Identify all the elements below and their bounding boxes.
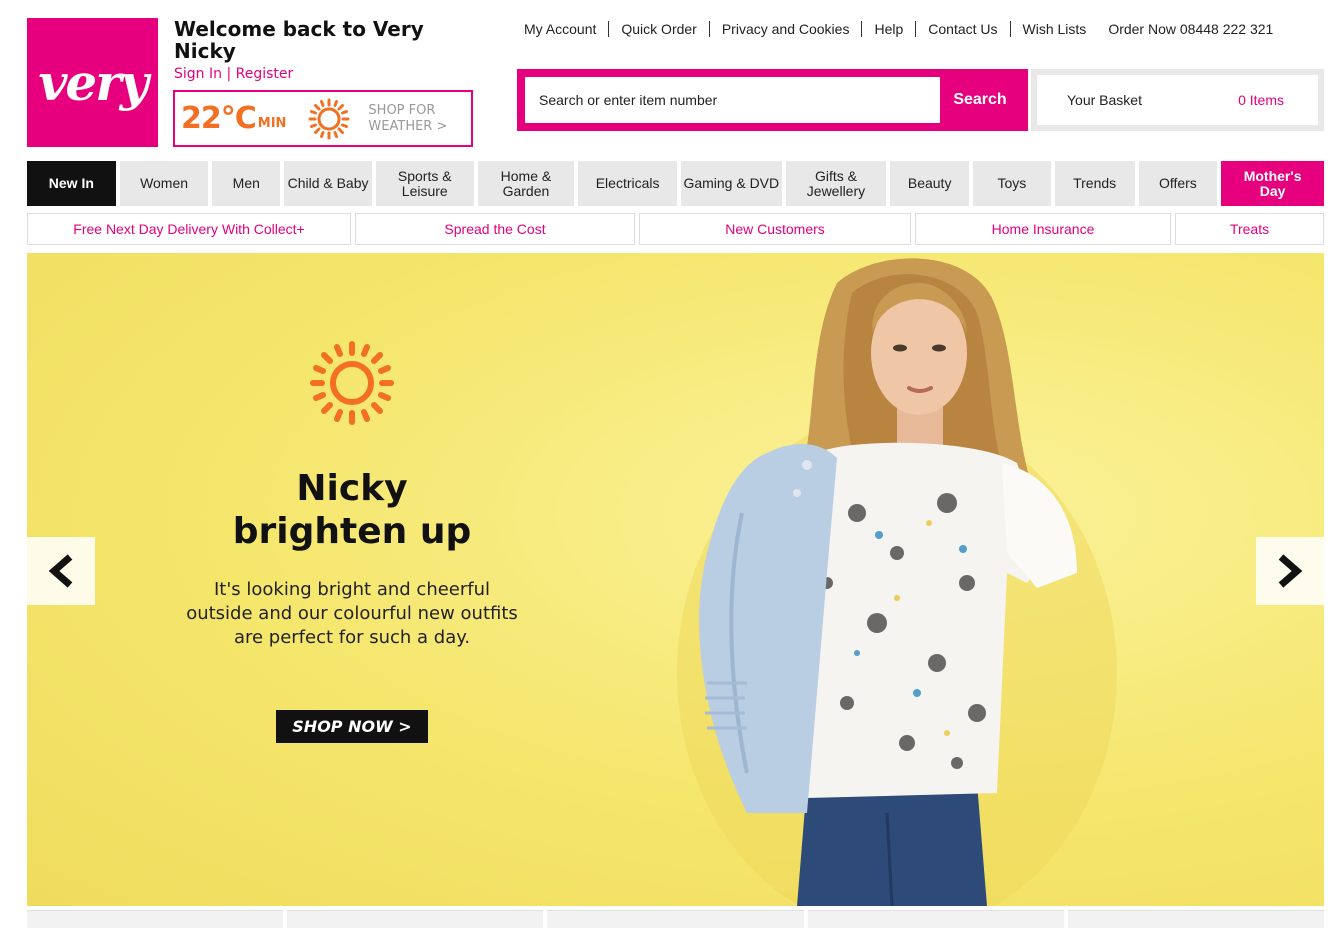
chevron-left-icon [48,554,73,588]
nav-trends[interactable]: Trends [1054,161,1135,206]
nav-women[interactable]: Women [119,161,209,206]
sign-in-link[interactable]: Sign In [174,66,222,82]
nav-electricals[interactable]: Electricals [578,161,677,206]
promo-home-insurance[interactable]: Home Insurance [915,213,1171,245]
top-links: My Account Quick Order Privacy and Cooki… [512,21,1332,37]
hero-title: Nicky brighten up [152,467,552,553]
weather-temperature: 22°C [181,101,257,136]
contact-us-link[interactable]: Contact Us [916,21,1009,37]
product-strip [27,910,1325,928]
hero-banner[interactable]: Nicky brighten up It's looking bright an… [27,253,1324,906]
nav-gaming-dvd[interactable]: Gaming & DVD [680,161,782,206]
sun-icon [310,341,394,425]
nav-gifts-jewellery[interactable]: Gifts & Jewellery [785,161,887,206]
nav-mothers-day[interactable]: Mother's Day [1221,161,1324,206]
product-tile[interactable] [547,910,804,928]
hero-description: It's looking bright and cheerful outside… [152,578,552,650]
main-navigation: New In Women Men Child & Baby Sports & L… [27,161,1324,206]
weather-widget[interactable]: 22°C MIN SHOP FOR WEATHER > [173,90,473,147]
register-link[interactable]: Register [236,66,294,82]
hero-text-line2: outside and our colourful new outfits [186,603,518,624]
nav-sports-leisure[interactable]: Sports & Leisure [375,161,474,206]
nav-toys[interactable]: Toys [973,161,1051,206]
model-image [677,258,1117,906]
hero-text-line3: are perfect for such a day. [233,627,471,648]
link-separator: | [226,66,232,82]
search-bar: Search [517,69,1028,131]
carousel-prev-button[interactable] [27,537,95,605]
carousel-next-button[interactable] [1256,537,1324,605]
account-links: Sign In | Register [174,66,293,82]
sun-icon [308,98,350,139]
product-tile[interactable] [287,910,544,928]
nav-men[interactable]: Men [212,161,281,206]
quick-order-link[interactable]: Quick Order [609,21,708,37]
weather-min-label: MIN [257,116,287,131]
basket-label: Your Basket [1067,92,1142,108]
very-logo[interactable]: very [27,18,158,147]
promo-links-bar: Free Next Day Delivery With Collect+ Spr… [27,213,1324,245]
product-tile[interactable] [807,910,1064,928]
hero-title-line2: brighten up [232,511,472,552]
weather-cta-line1: SHOP FOR [368,102,436,118]
nav-home-garden[interactable]: Home & Garden [477,161,575,206]
help-link[interactable]: Help [862,21,915,37]
welcome-message: Welcome back to Very Nicky [174,17,424,63]
weather-cta-line2: WEATHER > [368,118,448,134]
promo-treats[interactable]: Treats [1175,213,1324,245]
product-tile[interactable] [1067,910,1325,928]
my-account-link[interactable]: My Account [512,21,608,37]
search-button[interactable]: Search [940,77,1020,123]
product-tile[interactable] [27,910,284,928]
shop-for-weather-link[interactable]: SHOP FOR WEATHER > [368,103,447,135]
promo-new-customers[interactable]: New Customers [639,213,911,245]
promo-free-delivery[interactable]: Free Next Day Delivery With Collect+ [27,213,351,245]
nav-new-in[interactable]: New In [27,161,116,206]
hero-text-line1: It's looking bright and cheerful [213,579,491,600]
basket-items-count: 0 Items [1238,92,1284,108]
promo-spread-cost[interactable]: Spread the Cost [355,213,635,245]
nav-offers[interactable]: Offers [1138,161,1218,206]
shop-now-button[interactable]: SHOP NOW > [276,710,428,743]
basket-summary[interactable]: Your Basket 0 Items [1031,69,1324,131]
privacy-cookies-link[interactable]: Privacy and Cookies [710,21,862,37]
chevron-right-icon [1278,554,1303,588]
nav-child-baby[interactable]: Child & Baby [284,161,372,206]
hero-title-line1: Nicky [296,468,408,509]
nav-beauty[interactable]: Beauty [890,161,970,206]
logo-text: very [38,53,148,112]
wish-lists-link[interactable]: Wish Lists [1011,21,1099,37]
order-phone-number: Order Now 08448 222 321 [1108,21,1274,37]
search-input[interactable] [525,77,940,123]
